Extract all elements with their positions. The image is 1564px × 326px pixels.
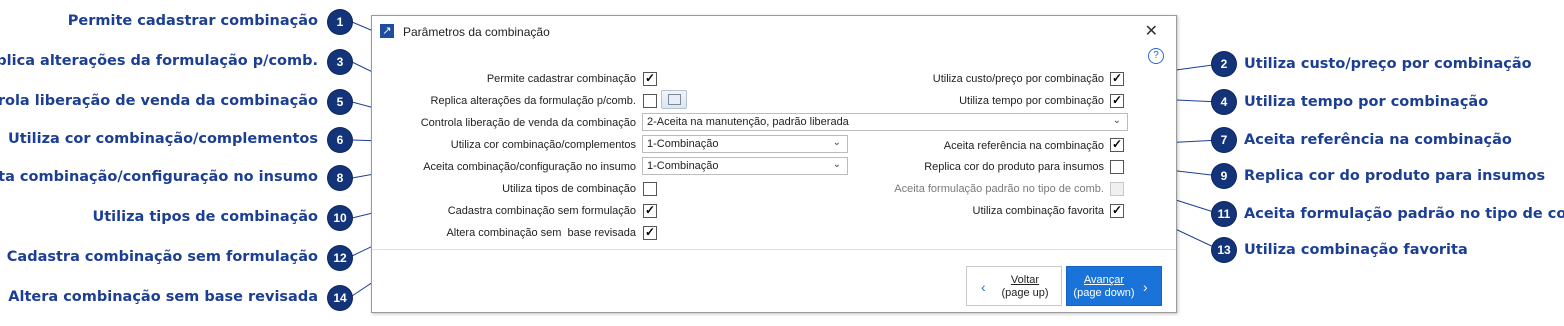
replica-cor-checkbox[interactable] — [1110, 160, 1124, 174]
sem-base-revisada-label: Altera combinação sem base revisada — [446, 227, 636, 239]
annotation-badge-14: 14 — [328, 286, 352, 310]
aceita-combinacao-insumo-select[interactable]: 1-Combinação ⌄ — [642, 157, 848, 175]
chevron-down-icon: ⌄ — [832, 137, 841, 148]
annotation-badge-10: 10 — [328, 206, 352, 230]
combinacao-favorita-label: Utiliza combinação favorita — [972, 205, 1104, 217]
chevron-left-icon: ‹ — [981, 279, 986, 295]
footer-divider — [372, 249, 1176, 250]
close-icon[interactable]: ✕ — [1145, 21, 1158, 41]
annotation-label-2: Utiliza custo/preço por combinação — [1244, 56, 1532, 72]
permite-cadastrar-checkbox[interactable]: ✓ — [643, 71, 657, 86]
annotation-label-6: Utiliza cor combinação/complementos — [7, 131, 318, 147]
controla-liberacao-label: Controla liberação de venda da combinaçã… — [420, 117, 636, 129]
annotation-label-9: Replica cor do produto para insumos — [1244, 168, 1546, 184]
replica-alteracoes-checkbox[interactable] — [643, 94, 657, 108]
annotation-badge-5: 5 — [328, 90, 352, 114]
annotation-label-1: Permite cadastrar combinação — [67, 13, 318, 29]
aceita-referencia-checkbox[interactable]: ✓ — [1110, 137, 1124, 152]
annotation-label-12: Cadastra combinação sem formulação — [6, 249, 318, 265]
custo-preco-checkbox[interactable]: ✓ — [1110, 71, 1124, 86]
controla-liberacao-value: 2-Aceita na manutenção, padrão liberada — [647, 116, 849, 128]
tempo-checkbox[interactable]: ✓ — [1110, 93, 1124, 108]
sem-formulacao-checkbox[interactable]: ✓ — [643, 203, 657, 218]
annotation-label-14: Altera combinação sem base revisada — [8, 289, 318, 305]
formulacao-padrao-label: Aceita formulação padrão no tipo de comb… — [894, 183, 1104, 195]
replica-cor-label: Replica cor do produto para insumos — [924, 161, 1104, 173]
title-bar[interactable]: ↗ Parâmetros da combinação ✕ — [372, 16, 1176, 46]
annotation-badge-9: 9 — [1212, 164, 1236, 188]
annotation-badge-7: 7 — [1212, 128, 1236, 152]
aceita-combinacao-insumo-value: 1-Combinação — [647, 160, 719, 172]
annotation-badge-2: 2 — [1212, 52, 1236, 76]
back-button[interactable]: ‹ Voltar (page up) — [966, 266, 1062, 306]
annotation-badge-11: 11 — [1212, 202, 1236, 226]
annotation-badge-4: 4 — [1212, 90, 1236, 114]
next-button-shortcut: (page down) — [1073, 287, 1135, 299]
next-button[interactable]: Avançar (page down) › — [1066, 266, 1162, 306]
sem-base-revisada-checkbox[interactable]: ✓ — [643, 225, 657, 240]
annotation-label-5: Controla liberação de venda da combinaçã… — [0, 93, 318, 109]
next-button-label: Avançar — [1083, 274, 1125, 286]
permite-cadastrar-label: Permite cadastrar combinação — [486, 73, 636, 85]
formulacao-padrao-checkbox[interactable] — [1110, 182, 1124, 196]
annotation-label-11: Aceita formulação padrão no tipo de comb… — [1244, 206, 1564, 222]
cor-combinacao-label: Utiliza cor combinação/complementos — [450, 139, 636, 151]
annotation-badge-12: 12 — [328, 246, 352, 270]
chevron-right-icon: › — [1143, 279, 1148, 295]
annotation-label-13: Utiliza combinação favorita — [1244, 242, 1468, 258]
annotation-label-3: Replica alterações da formulação p/comb. — [0, 53, 318, 69]
custo-preco-label: Utiliza custo/preço por combinação — [932, 73, 1104, 85]
annotation-label-4: Utiliza tempo por combinação — [1244, 94, 1489, 110]
controla-liberacao-select[interactable]: 2-Aceita na manutenção, padrão liberada … — [642, 113, 1128, 131]
window-icon — [668, 94, 681, 105]
annotation-badge-13: 13 — [1212, 238, 1236, 262]
replica-config-button[interactable] — [661, 90, 687, 109]
chevron-down-icon: ⌄ — [832, 159, 841, 170]
annotation-badge-1: 1 — [328, 10, 352, 34]
combinacao-favorita-checkbox[interactable]: ✓ — [1110, 203, 1124, 218]
annotation-badge-6: 6 — [328, 128, 352, 152]
aceita-combinacao-insumo-label: Aceita combinação/configuração no insumo — [423, 161, 636, 173]
cor-combinacao-select[interactable]: 1-Combinação ⌄ — [642, 135, 848, 153]
tempo-label: Utiliza tempo por combinação — [959, 95, 1104, 107]
back-button-label: Voltar — [1010, 274, 1040, 286]
back-button-shortcut: (page up) — [1001, 287, 1049, 299]
annotation-label-10: Utiliza tipos de combinação — [92, 209, 318, 225]
annotation-label-8: Aceita combinação/configuração no insumo — [0, 169, 318, 185]
replica-alteracoes-label: Replica alterações da formulação p/comb. — [430, 95, 636, 107]
annotation-badge-3: 3 — [328, 50, 352, 74]
sem-formulacao-label: Cadastra combinação sem formulação — [447, 205, 636, 217]
window-title: Parâmetros da combinação — [403, 25, 550, 39]
help-icon[interactable]: ? — [1148, 48, 1164, 64]
tipos-combinacao-checkbox[interactable] — [643, 182, 657, 196]
tipos-combinacao-label: Utiliza tipos de combinação — [502, 183, 636, 195]
annotation-badge-8: 8 — [328, 166, 352, 190]
cor-combinacao-value: 1-Combinação — [647, 138, 719, 150]
aceita-referencia-label: Aceita referência na combinação — [943, 140, 1104, 152]
chevron-down-icon: ⌄ — [1112, 115, 1121, 126]
app-icon: ↗ — [380, 24, 394, 38]
parameters-dialog: ↗ Parâmetros da combinação ✕ ? Permite c… — [371, 15, 1177, 313]
annotation-label-7: Aceita referência na combinação — [1244, 132, 1512, 148]
